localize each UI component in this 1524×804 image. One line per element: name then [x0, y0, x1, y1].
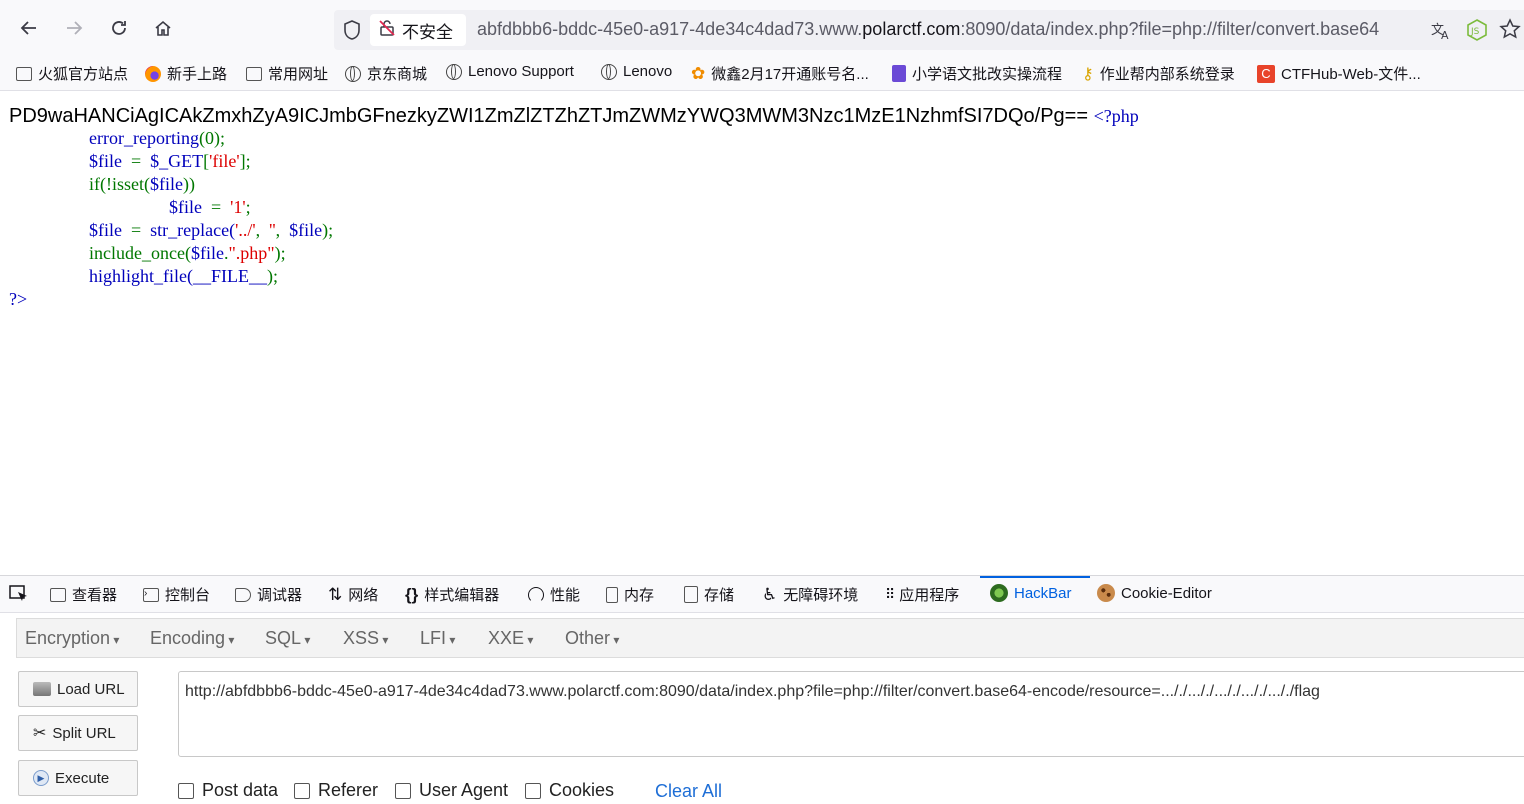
bookmark-item[interactable]: Lenovo Support [446, 63, 574, 80]
cookies-checkbox[interactable]: Cookies [525, 780, 614, 801]
tab-style-editor[interactable]: {} 样式编辑器 [405, 584, 499, 605]
hackbar-url-input[interactable]: http://abfdbbb6-bddc-45e0-a917-4de34c4da… [178, 671, 1524, 757]
tab-hackbar[interactable]: HackBar [990, 584, 1072, 602]
tab-accessibility[interactable]: ♿ 无障碍环境 [762, 584, 858, 605]
bookmark-item[interactable]: 常用网址 [246, 63, 328, 84]
globe-icon [446, 63, 462, 80]
application-icon: ⠿ [885, 586, 895, 602]
translate-icon[interactable]: 文A [1430, 19, 1452, 46]
folder-icon [16, 66, 32, 81]
menu-xxe[interactable]: XXE [488, 628, 533, 649]
back-arrow-icon[interactable] [15, 14, 43, 42]
flower-icon: ✿ [691, 63, 706, 83]
tab-storage[interactable]: 存储 [684, 584, 734, 605]
insecure-label: 不安全 [402, 22, 453, 42]
code-line-6: include_once($file.".php"); [89, 243, 286, 263]
user-agent-checkbox[interactable]: User Agent [395, 780, 508, 801]
code-line-2: $file = $_GET['file']; [89, 151, 251, 171]
code-line-4: $file = '1'; [169, 197, 251, 217]
inspector-icon [50, 587, 66, 602]
php-close-tag: ?> [9, 289, 28, 309]
code-line-7: highlight_file(__FILE__); [89, 266, 278, 286]
code-line-1: error_reporting(0); [89, 128, 225, 148]
split-url-button[interactable]: ✂ Split URL [18, 715, 138, 751]
svg-text:A: A [1441, 29, 1449, 41]
cookie-icon [1097, 584, 1115, 602]
code-line-3: if(!isset($file)) [89, 174, 195, 194]
tab-debugger[interactable]: 调试器 [235, 584, 302, 605]
bookmark-item[interactable]: 新手上路 [145, 63, 227, 84]
tab-performance[interactable]: 性能 [528, 584, 580, 605]
menu-encryption[interactable]: Encryption [25, 628, 119, 649]
key-icon: ⚷ [1082, 65, 1094, 83]
style-editor-icon: {} [405, 584, 419, 604]
globe-icon [345, 65, 361, 82]
reload-icon[interactable] [105, 14, 133, 42]
scissors-icon: ✂ [33, 725, 47, 742]
bookmark-item[interactable]: 京东商城 [345, 63, 427, 84]
element-picker-icon[interactable] [8, 584, 30, 604]
menu-lfi[interactable]: LFI [420, 628, 455, 649]
load-url-button[interactable]: Load URL [18, 671, 138, 707]
ctfhub-icon: C [1257, 64, 1275, 83]
accessibility-icon: ♿ [762, 584, 778, 604]
page-content: PD9waHANCiAgICAkZmxhZyA9ICJmbGFnezkyZWI1… [0, 91, 1524, 573]
bookmark-item[interactable]: C CTFHub-Web-文件... [1257, 63, 1421, 84]
browser-toolbar: 不安全 abfdbbb6-bddc-45e0-a917-4de34c4dad73… [0, 0, 1524, 56]
menu-encoding[interactable]: Encoding [150, 628, 234, 649]
clear-all-link[interactable]: Clear All [655, 781, 722, 802]
nodejs-extension-icon[interactable]: JS [1466, 19, 1488, 46]
bookmark-item[interactable]: 火狐官方站点 [16, 63, 128, 84]
devtools-tab-bar: 查看器 › 控制台 调试器 ⇅ 网络 {} 样式编辑器 性能 内存 存储 ♿ 无障碍环境… [0, 575, 1524, 613]
tab-cookie-editor[interactable]: Cookie-Editor [1097, 584, 1212, 602]
bookmark-item[interactable]: ✿ 微鑫2月17开通账号名... [691, 63, 869, 84]
insecure-connection-badge[interactable]: 不安全 [370, 14, 466, 46]
php-open-tag: <?php [1093, 106, 1139, 126]
forward-arrow-icon[interactable] [60, 14, 88, 42]
globe-icon [601, 63, 617, 80]
menu-sql[interactable]: SQL [265, 628, 310, 649]
bookmark-star-icon[interactable] [1499, 18, 1521, 45]
network-icon: ⇅ [328, 584, 343, 604]
bookmarks-toolbar: 火狐官方站点 新手上路 常用网址 京东商城 Lenovo Support Len… [0, 56, 1524, 91]
post-data-checkbox[interactable]: Post data [178, 780, 278, 801]
insecure-lock-icon [378, 19, 396, 42]
menu-other[interactable]: Other [565, 628, 619, 649]
code-line-5: $file = str_replace('../', '', $file); [89, 220, 334, 240]
active-tab-indicator [980, 576, 1090, 578]
hackbar-icon [990, 584, 1008, 602]
bookmark-item[interactable]: Lenovo [601, 63, 672, 80]
debugger-icon [235, 587, 251, 602]
tab-inspector[interactable]: 查看器 [50, 584, 117, 605]
tab-application[interactable]: ⠿ 应用程序 [885, 584, 959, 605]
storage-icon [684, 586, 698, 603]
url-text[interactable]: abfdbbb6-bddc-45e0-a917-4de34c4dad73.www… [477, 19, 1442, 40]
performance-icon [528, 586, 544, 603]
referer-checkbox[interactable]: Referer [294, 780, 378, 801]
tab-console[interactable]: › 控制台 [143, 584, 210, 605]
folder-icon [246, 66, 262, 81]
tab-memory[interactable]: 内存 [606, 584, 654, 605]
memory-icon [606, 586, 618, 603]
play-icon: ▶ [33, 770, 49, 786]
firefox-icon [145, 65, 161, 82]
tab-network[interactable]: ⇅ 网络 [328, 584, 378, 605]
hackbar-menu: Encryption Encoding SQL XSS LFI XXE Othe… [16, 618, 1524, 658]
menu-xss[interactable]: XSS [343, 628, 388, 649]
home-icon[interactable] [149, 14, 177, 42]
tracking-shield-icon[interactable] [342, 19, 362, 46]
bookmark-item[interactable]: 小学语文批改实操流程 [892, 63, 1062, 84]
base64-output: PD9waHANCiAgICAkZmxhZyA9ICJmbGFnezkyZWI1… [9, 105, 1139, 127]
notebook-icon [892, 65, 906, 82]
execute-button[interactable]: ▶ Execute [18, 760, 138, 796]
console-icon: › [143, 587, 159, 602]
bookmark-item[interactable]: ⚷ 作业帮内部系统登录 [1082, 63, 1235, 84]
load-url-icon [33, 682, 51, 696]
svg-text:JS: JS [1470, 27, 1480, 37]
